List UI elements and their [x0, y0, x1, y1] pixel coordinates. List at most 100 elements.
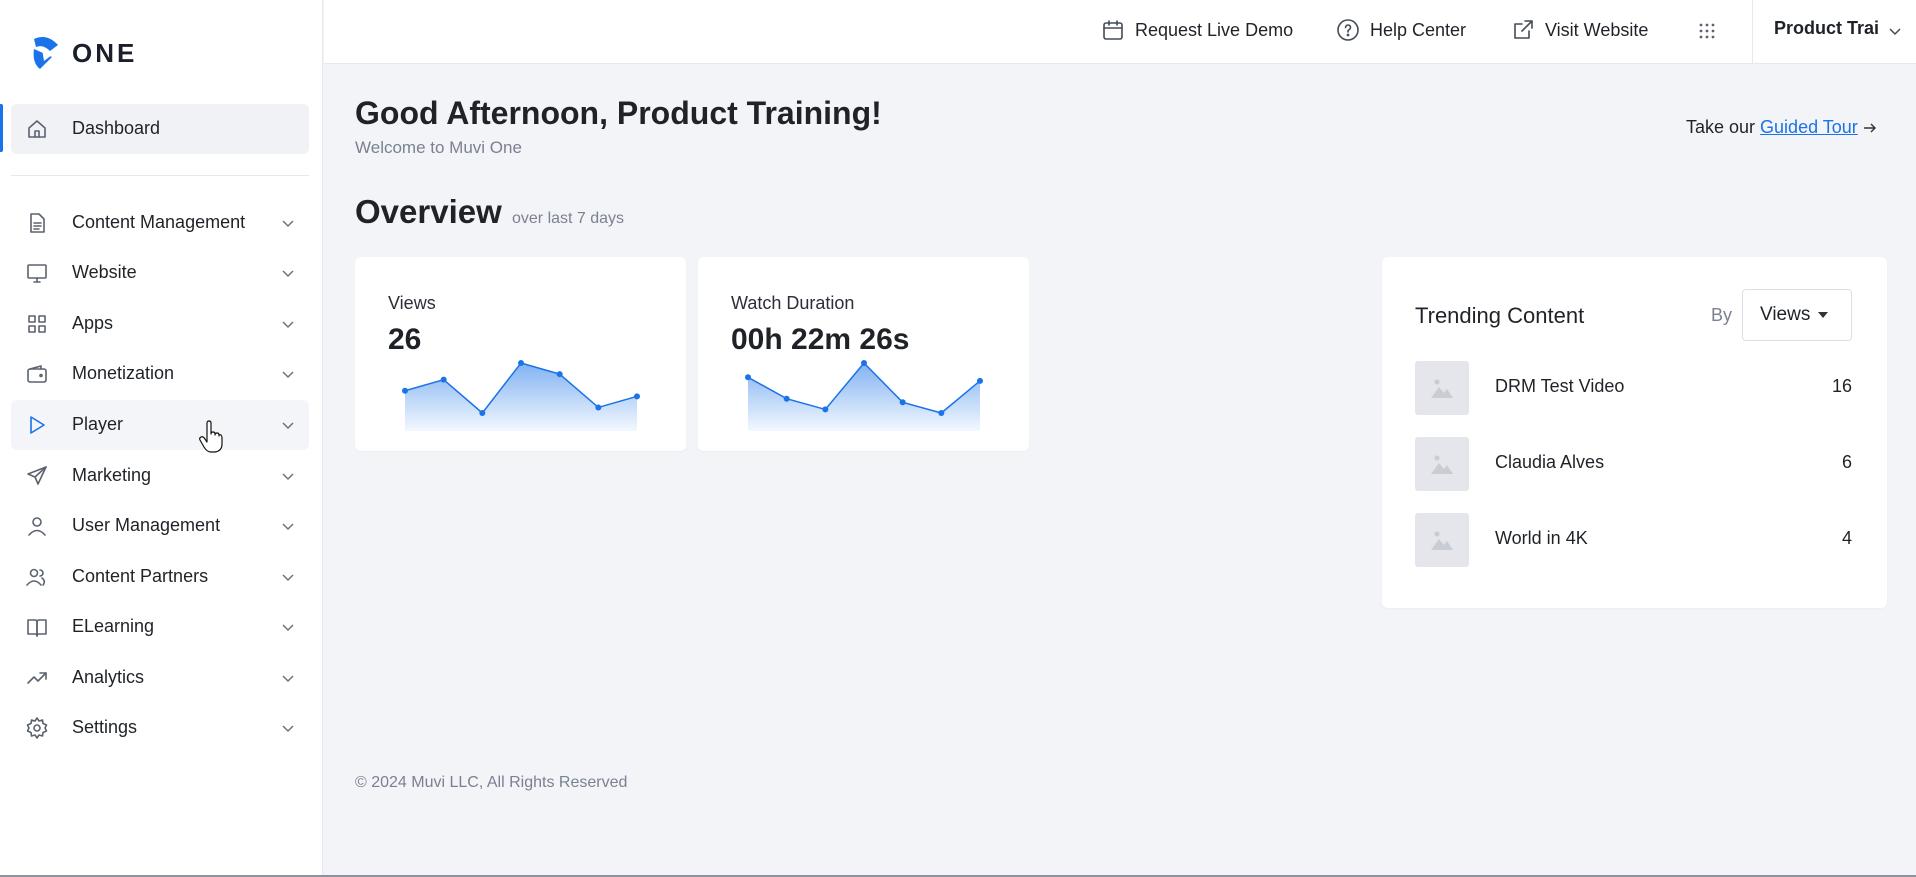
sidebar-item-label: Website	[72, 262, 137, 282]
views-sparkline-point	[595, 404, 602, 411]
sidebar-item-label: Monetization	[72, 363, 175, 383]
brand-logo[interactable]: ONE	[30, 35, 137, 71]
play-icon	[25, 413, 49, 437]
monitor-icon	[25, 261, 49, 285]
chevron-down-icon[interactable]	[1888, 24, 1902, 38]
sidebar-item-label: Settings	[72, 717, 138, 737]
sidebar-item-dashboard[interactable]: Dashboard	[11, 104, 309, 154]
sidebar-item-label: Player	[72, 414, 124, 434]
views-sparkline-point	[402, 387, 408, 394]
user-menu[interactable]: Product Trai	[1774, 18, 1879, 39]
views-sparkline	[402, 360, 640, 431]
chevron-down-icon	[281, 317, 295, 331]
watch-sparkline-point	[899, 399, 906, 406]
chevron-down-icon	[281, 418, 295, 432]
chevron-down-icon	[281, 216, 295, 230]
sidebar-item-user-management[interactable]: User Management	[11, 501, 309, 551]
chevron-down-icon	[281, 469, 295, 483]
views-card-value: 26	[388, 323, 422, 356]
sidebar-item-elearning[interactable]: ELearning	[11, 602, 309, 652]
welcome-subtitle: Welcome to Muvi One	[355, 138, 522, 157]
sidebar-item-website[interactable]: Website	[11, 248, 309, 298]
external-link-icon	[1514, 20, 1533, 39]
send-icon	[25, 464, 49, 488]
watch-duration-value: 00h 22m 26s	[731, 323, 910, 356]
tour-prefix: Take our	[1686, 117, 1761, 137]
views-card-title: Views	[388, 293, 436, 313]
list-item[interactable]: DRM Test Video 16	[1415, 361, 1852, 415]
sidebar-item-label: Content Partners	[72, 566, 209, 586]
sidebar-item-marketing[interactable]: Marketing	[11, 451, 309, 501]
help-center-link[interactable]: Help Center	[1336, 18, 1466, 42]
trending-title: Trending Content	[1415, 303, 1585, 328]
sidebar-item-apps[interactable]: Apps	[11, 299, 309, 349]
chevron-down-icon	[281, 519, 295, 533]
trending-item-count: 6	[1841, 452, 1852, 472]
sidebar-item-label: Content Management	[72, 212, 246, 232]
trending-metric-select[interactable]: Views	[1742, 289, 1852, 341]
user-icon	[25, 514, 49, 538]
chevron-down-icon	[281, 671, 295, 685]
image-placeholder-icon	[1431, 455, 1453, 474]
page-title: Good Afternoon, Product Training!	[355, 95, 882, 131]
list-item[interactable]: World in 4K 4	[1415, 513, 1852, 567]
image-placeholder-icon	[1431, 379, 1453, 398]
watch-sparkline-point	[822, 406, 829, 413]
request-live-demo-label: Request Live Demo	[1135, 19, 1294, 40]
sidebar: ONE Dashboard Content Management Website…	[0, 0, 323, 875]
sidebar-item-content-partners[interactable]: Content Partners	[11, 552, 309, 602]
guided-tour-link[interactable]: Guided Tour	[1760, 117, 1858, 137]
sidebar-item-settings[interactable]: Settings	[11, 703, 309, 753]
sidebar-item-analytics[interactable]: Analytics	[11, 653, 309, 703]
trending-item-count: 16	[1831, 376, 1852, 396]
apps-launcher-icon[interactable]	[1698, 22, 1716, 40]
muvi-logo-icon	[33, 37, 58, 69]
trending-item-name: DRM Test Video	[1495, 376, 1625, 396]
trending-by-label: By	[1711, 305, 1733, 325]
document-icon	[25, 211, 49, 235]
views-card: Views 26	[355, 257, 686, 451]
apps-grid-icon	[25, 312, 49, 336]
request-live-demo-link[interactable]: Request Live Demo	[1101, 18, 1293, 42]
views-sparkline-point	[556, 371, 563, 378]
overview-period: over last 7 days	[512, 210, 625, 227]
users-icon	[25, 565, 49, 589]
sidebar-item-label: ELearning	[72, 616, 155, 636]
sidebar-item-label: User Management	[72, 515, 221, 535]
home-icon	[25, 117, 49, 141]
wallet-icon	[25, 362, 49, 386]
trending-item-name: Claudia Alves	[1495, 452, 1605, 472]
sidebar-divider	[11, 175, 309, 176]
guided-tour-prompt: Take our Guided Tour	[1686, 117, 1877, 138]
overview-heading: Overview	[355, 193, 502, 230]
watch-duration-title: Watch Duration	[731, 293, 855, 313]
book-icon	[25, 615, 49, 639]
caret-down-icon	[1818, 312, 1829, 318]
sidebar-item-player[interactable]: Player	[11, 400, 309, 450]
visit-website-label: Visit Website	[1545, 19, 1649, 40]
watch-sparkline-point	[745, 374, 751, 381]
list-item[interactable]: Claudia Alves 6	[1415, 437, 1852, 491]
sidebar-item-content-management[interactable]: Content Management	[11, 198, 309, 248]
sidebar-item-monetization[interactable]: Monetization	[11, 349, 309, 399]
thumbnail-placeholder	[1415, 437, 1469, 491]
help-center-label: Help Center	[1370, 19, 1467, 40]
chevron-down-icon	[281, 570, 295, 584]
arrow-right-icon[interactable]	[1863, 122, 1877, 134]
footer-copyright: © 2024 Muvi LLC, All Rights Reserved	[355, 774, 628, 791]
logo-text: ONE	[72, 37, 138, 68]
trending-item-name: World in 4K	[1495, 528, 1588, 548]
trending-metric-value: Views	[1760, 304, 1811, 325]
views-sparkline-area	[405, 363, 637, 431]
visit-website-link[interactable]: Visit Website	[1511, 18, 1648, 42]
views-sparkline-point	[479, 410, 486, 416]
watch-sparkline-point	[783, 395, 790, 402]
watch-duration-card: Watch Duration 00h 22m 26s	[698, 257, 1029, 451]
image-placeholder-icon	[1431, 531, 1453, 550]
chevron-down-icon	[281, 721, 295, 735]
thumbnail-placeholder	[1415, 513, 1469, 567]
sidebar-item-label: Dashboard	[72, 118, 161, 138]
thumbnail-placeholder	[1415, 361, 1469, 415]
chevron-down-icon	[281, 620, 295, 634]
trending-item-count: 4	[1841, 528, 1852, 548]
